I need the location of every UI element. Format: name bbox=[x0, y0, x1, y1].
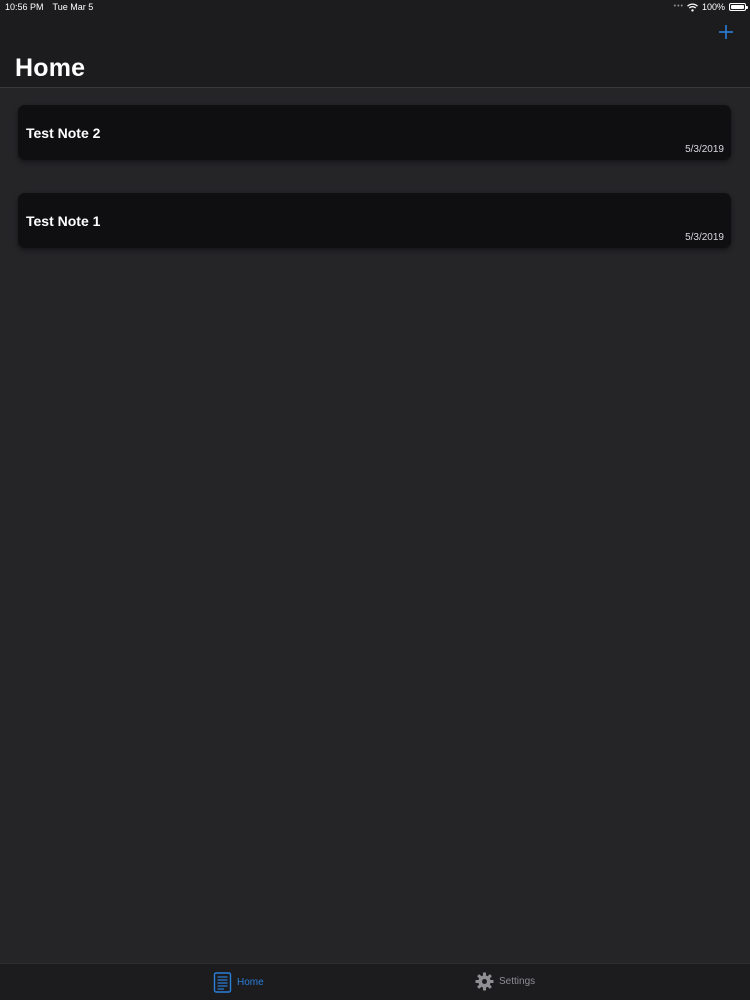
gear-icon bbox=[475, 972, 494, 991]
note-date: 5/3/2019 bbox=[685, 232, 724, 243]
status-bar: 10:56 PM Tue Mar 5 ••• 100% bbox=[0, 0, 750, 16]
add-note-button[interactable] bbox=[714, 20, 738, 44]
status-date: Tue Mar 5 bbox=[52, 2, 94, 12]
status-left: 10:56 PM Tue Mar 5 bbox=[5, 2, 93, 12]
note-title: Test Note 2 bbox=[26, 125, 101, 141]
status-right: 100% bbox=[687, 2, 748, 12]
navigation-bar: Home bbox=[0, 16, 750, 88]
status-time: 10:56 PM bbox=[5, 2, 44, 12]
tab-settings-label: Settings bbox=[499, 976, 536, 987]
notes-list: Test Note 2 5/3/2019 Test Note 1 5/3/201… bbox=[18, 105, 731, 281]
page-title: Home bbox=[15, 54, 86, 82]
tab-home-label: Home bbox=[237, 977, 264, 988]
note-date: 5/3/2019 bbox=[685, 144, 724, 155]
battery-level bbox=[731, 5, 744, 9]
note-title: Test Note 1 bbox=[26, 213, 101, 229]
note-card[interactable]: Test Note 2 5/3/2019 bbox=[18, 105, 731, 160]
tab-home[interactable]: Home bbox=[213, 972, 264, 993]
note-card[interactable]: Test Note 1 5/3/2019 bbox=[18, 193, 731, 248]
notes-icon bbox=[213, 972, 232, 993]
multitasking-dots-icon: ••• bbox=[673, 3, 684, 10]
wifi-icon bbox=[687, 2, 698, 12]
tab-bar: Home Settings bbox=[0, 963, 750, 1000]
app-screen: 10:56 PM Tue Mar 5 ••• 100% Home Test No… bbox=[0, 0, 750, 1000]
plus-icon bbox=[719, 25, 733, 39]
battery-percent: 100% bbox=[701, 2, 725, 12]
battery-icon bbox=[729, 3, 748, 11]
tab-settings[interactable]: Settings bbox=[475, 972, 535, 991]
